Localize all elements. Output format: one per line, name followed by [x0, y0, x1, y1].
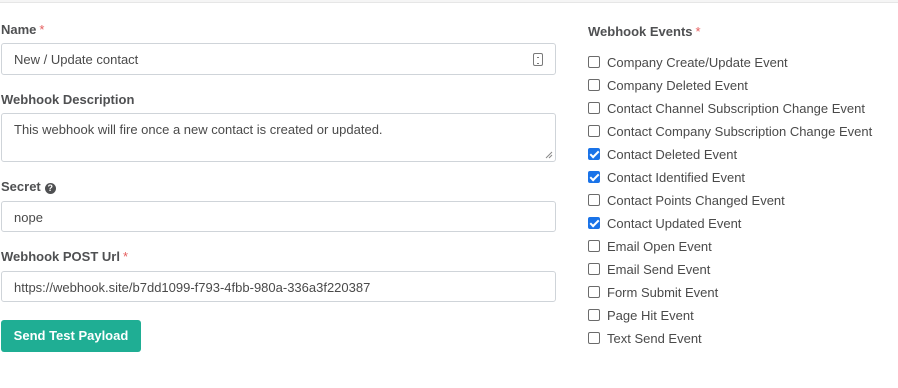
url-label-text: Webhook POST Url — [1, 249, 120, 264]
event-item[interactable]: Company Deleted Event — [588, 76, 748, 94]
event-item[interactable]: Form Submit Event — [588, 283, 718, 301]
name-field[interactable]: New / Update contact — [1, 43, 556, 75]
event-item[interactable]: Text Send Event — [588, 329, 702, 347]
secret-field-value: nope — [14, 210, 43, 225]
event-label: Contact Identified Event — [607, 169, 746, 185]
event-item[interactable]: Contact Deleted Event — [588, 145, 737, 163]
secret-label: Secret? — [1, 179, 56, 194]
question-circle-icon[interactable]: ? — [44, 183, 56, 194]
webhook-events-title-text: Webhook Events — [588, 24, 693, 39]
checkbox[interactable] — [588, 56, 600, 68]
required-mark: * — [695, 24, 701, 39]
checkbox[interactable] — [588, 102, 600, 114]
required-mark: * — [122, 249, 128, 264]
checkbox[interactable] — [588, 286, 600, 298]
webhook-form-panel: Name * New / Update contact Webhook Descr… — [0, 2, 898, 388]
webhook-events-title: Webhook Events * — [588, 24, 701, 39]
event-label: Contact Company Subscription Change Even… — [607, 123, 873, 139]
event-label: Contact Updated Event — [607, 215, 742, 231]
resize-handle-icon[interactable] — [545, 151, 553, 159]
event-label: Contact Points Changed Event — [607, 192, 785, 208]
event-label: Email Send Event — [607, 261, 711, 277]
checkbox[interactable] — [588, 332, 600, 344]
checkbox[interactable] — [588, 148, 600, 160]
send-test-payload-button[interactable]: Send Test Payload — [1, 320, 141, 352]
form-icon — [533, 53, 543, 66]
url-field-value: https://webhook.site/b7dd1099-f793-4fbb-… — [14, 280, 371, 295]
event-item[interactable]: Page Hit Event — [588, 306, 694, 324]
event-label: Company Create/Update Event — [607, 54, 788, 70]
checkbox[interactable] — [588, 125, 600, 137]
event-item[interactable]: Contact Updated Event — [588, 214, 741, 232]
event-label: Company Deleted Event — [607, 77, 748, 93]
event-item[interactable]: Company Create/Update Event — [588, 53, 788, 71]
event-label: Page Hit Event — [607, 307, 694, 323]
event-label: Contact Deleted Event — [607, 146, 738, 162]
event-label: Contact Channel Subscription Change Even… — [607, 100, 865, 116]
checkbox[interactable] — [588, 217, 600, 229]
checkbox[interactable] — [588, 79, 600, 91]
url-field[interactable]: https://webhook.site/b7dd1099-f793-4fbb-… — [1, 271, 556, 302]
name-label-text: Name — [1, 22, 37, 37]
event-item[interactable]: Contact Channel Subscription Change Even… — [588, 99, 865, 117]
event-item[interactable]: Contact Points Changed Event — [588, 191, 785, 209]
name-label: Name * — [1, 22, 44, 37]
url-label: Webhook POST Url * — [1, 249, 128, 264]
checkbox[interactable] — [588, 194, 600, 206]
event-label: Text Send Event — [607, 330, 702, 346]
event-item[interactable]: Contact Identified Event — [588, 168, 745, 186]
checkbox[interactable] — [588, 263, 600, 275]
event-label: Form Submit Event — [607, 284, 719, 300]
event-item[interactable]: Contact Company Subscription Change Even… — [588, 122, 872, 140]
description-textarea[interactable]: This webhook will fire once a new contac… — [1, 113, 556, 162]
required-mark: * — [39, 22, 45, 37]
description-label: Webhook Description — [1, 92, 135, 107]
event-item[interactable]: Email Open Event — [588, 237, 712, 255]
checkbox[interactable] — [588, 309, 600, 321]
event-item[interactable]: Email Send Event — [588, 260, 710, 278]
checkbox[interactable] — [588, 240, 600, 252]
name-field-value: New / Update contact — [14, 52, 139, 67]
description-value: This webhook will fire once a new contac… — [14, 122, 383, 137]
checkbox[interactable] — [588, 171, 600, 183]
secret-label-text: Secret — [1, 179, 41, 194]
event-label: Email Open Event — [607, 238, 712, 254]
secret-field[interactable]: nope — [1, 201, 556, 232]
